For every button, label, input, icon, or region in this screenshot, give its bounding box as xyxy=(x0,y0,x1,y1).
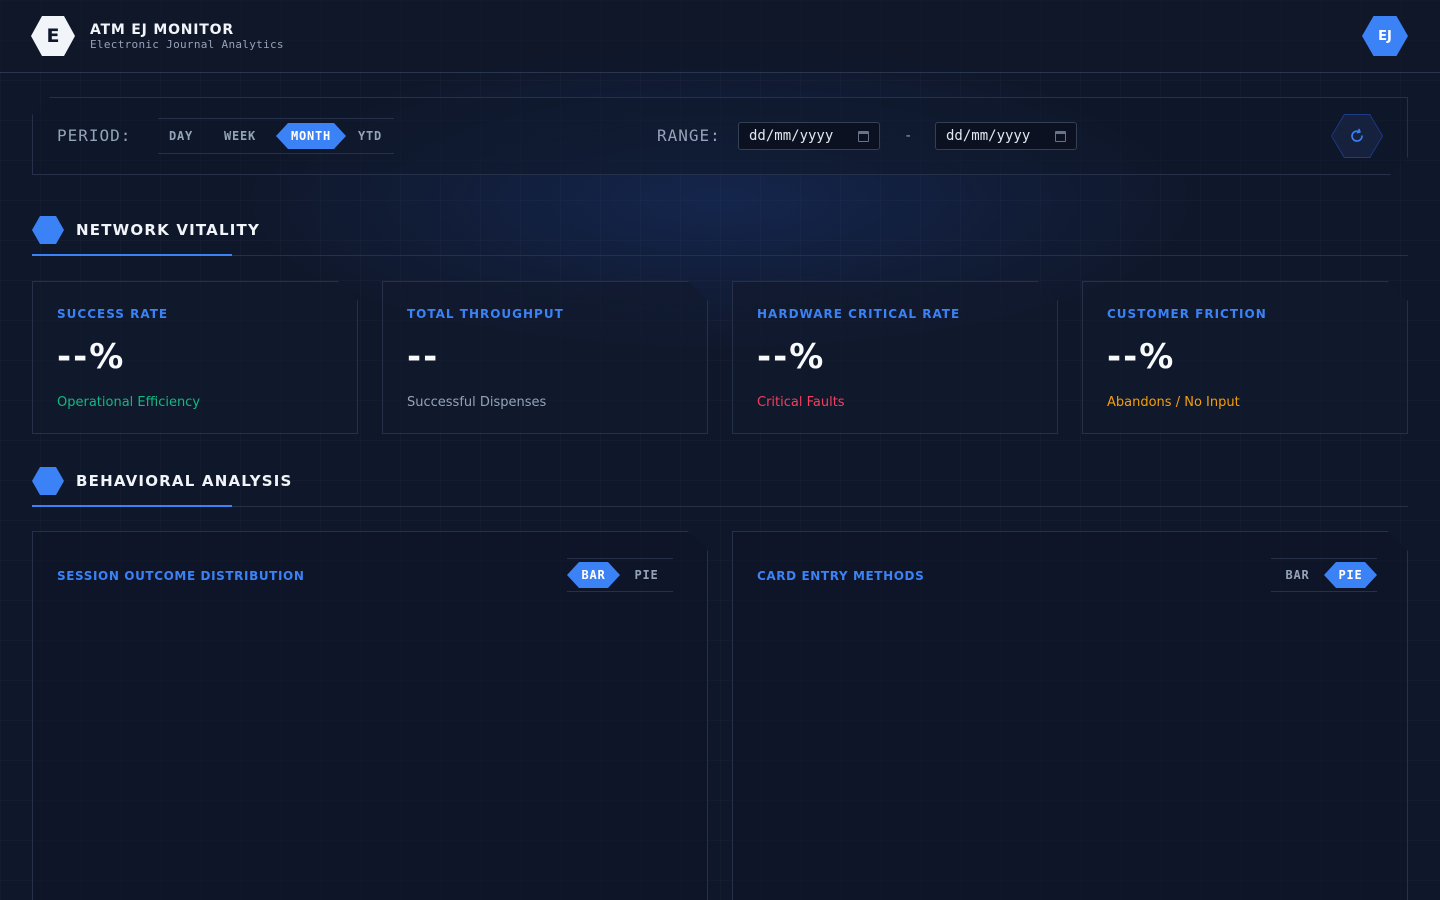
toggle-bar-button[interactable]: BAR xyxy=(567,562,620,588)
chart-panel-session-outcome: SESSION OUTCOME DISTRIBUTION BAR PIE xyxy=(32,531,708,900)
kpi-value: -- xyxy=(407,337,440,377)
period-month-button[interactable]: MONTH xyxy=(276,123,346,149)
kpi-title: HARDWARE CRITICAL RATE xyxy=(757,307,961,321)
period-label: PERIOD: xyxy=(57,126,132,145)
chart-type-toggle: BAR PIE xyxy=(567,558,673,592)
app-header: E ATM EJ MONITOR Electronic Journal Anal… xyxy=(0,0,1440,73)
section-marker-icon xyxy=(32,467,64,495)
panel-title: SESSION OUTCOME DISTRIBUTION xyxy=(57,569,305,583)
toggle-pie-button[interactable]: PIE xyxy=(1324,562,1377,588)
kpi-subtitle: Abandons / No Input xyxy=(1107,395,1240,410)
date-to-placeholder: dd/mm/yyyy xyxy=(946,128,1031,144)
date-from-input[interactable]: dd/mm/yyyy xyxy=(738,122,880,150)
range-label: RANGE: xyxy=(657,126,721,145)
chart-panel-card-entry: CARD ENTRY METHODS BAR PIE xyxy=(732,531,1408,900)
period-ytd-button[interactable]: YTD xyxy=(346,123,394,149)
kpi-card-total-throughput: TOTAL THROUGHPUT -- Successful Dispenses xyxy=(382,281,708,434)
kpi-value: --% xyxy=(57,337,126,377)
toggle-bar-button[interactable]: BAR xyxy=(1271,562,1324,588)
kpi-title: TOTAL THROUGHPUT xyxy=(407,307,564,321)
period-week-button[interactable]: WEEK xyxy=(204,123,276,149)
kpi-card-customer-friction: CUSTOMER FRICTION --% Abandons / No Inpu… xyxy=(1082,281,1408,434)
kpi-subtitle: Operational Efficiency xyxy=(57,395,201,410)
section-divider xyxy=(32,255,1408,256)
date-from-placeholder: dd/mm/yyyy xyxy=(749,128,834,144)
app-subtitle: Electronic Journal Analytics xyxy=(90,38,284,51)
kpi-subtitle: Successful Dispenses xyxy=(407,395,547,410)
calendar-icon[interactable] xyxy=(1055,131,1066,142)
user-avatar[interactable]: EJ xyxy=(1362,16,1408,56)
logo-letter: E xyxy=(46,25,60,47)
app-logo: E xyxy=(31,16,75,56)
kpi-subtitle: Critical Faults xyxy=(757,395,845,410)
calendar-icon[interactable] xyxy=(858,131,869,142)
chart-type-toggle: BAR PIE xyxy=(1271,558,1377,592)
kpi-card-success-rate: SUCCESS RATE --% Operational Efficiency xyxy=(32,281,358,434)
kpi-value: --% xyxy=(757,337,826,377)
section-title-behavior: BEHAVIORAL ANALYSIS xyxy=(76,472,293,490)
refresh-icon xyxy=(1351,128,1363,142)
kpi-title: CUSTOMER FRICTION xyxy=(1107,307,1267,321)
section-accent-line xyxy=(32,254,232,256)
kpi-card-hardware-critical-rate: HARDWARE CRITICAL RATE --% Critical Faul… xyxy=(732,281,1058,434)
section-accent-line xyxy=(32,505,232,507)
app-title: ATM EJ MONITOR xyxy=(90,22,234,38)
section-divider xyxy=(32,506,1408,507)
toggle-pie-button[interactable]: PIE xyxy=(620,562,673,588)
date-to-input[interactable]: dd/mm/yyyy xyxy=(935,122,1077,150)
section-marker-icon xyxy=(32,216,64,244)
kpi-value: --% xyxy=(1107,337,1176,377)
period-day-button[interactable]: DAY xyxy=(158,123,204,149)
section-title-vitality: NETWORK VITALITY xyxy=(76,221,261,239)
kpi-title: SUCCESS RATE xyxy=(57,307,169,321)
panel-title: CARD ENTRY METHODS xyxy=(757,569,925,583)
range-separator: - xyxy=(904,128,913,144)
period-selector: DAY WEEK MONTH YTD xyxy=(158,118,394,154)
avatar-initials: EJ xyxy=(1378,28,1392,44)
